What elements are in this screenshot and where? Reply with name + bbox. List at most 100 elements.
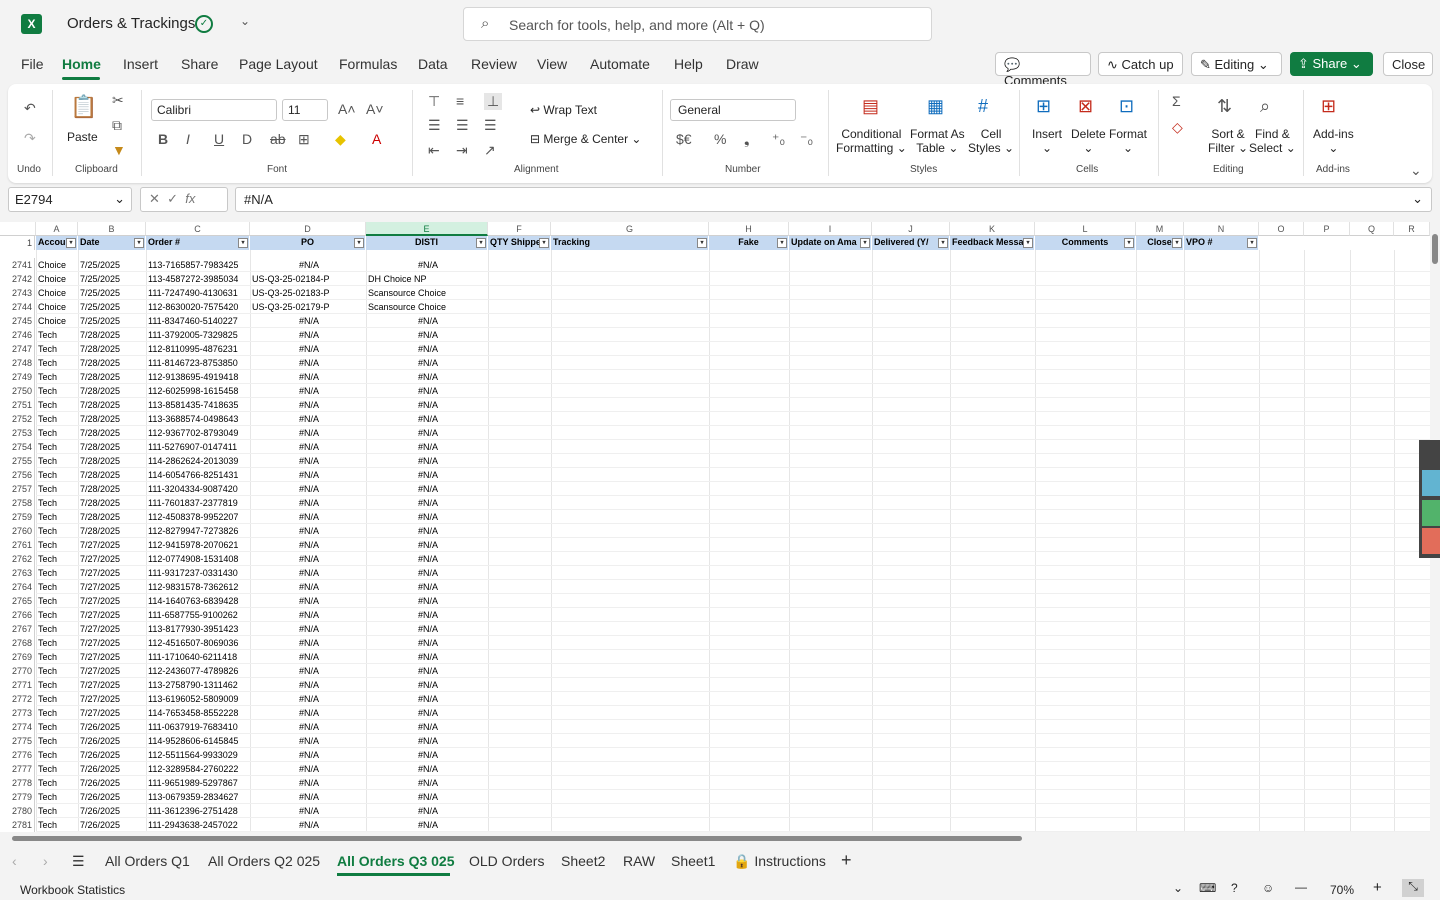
column-header-o[interactable]: O [1259,222,1304,236]
format-cells-button[interactable]: Format ⌄ [1109,127,1147,155]
table-cell[interactable]: 7/27/2025 [80,622,120,636]
italic-icon[interactable]: I [186,131,190,147]
column-header-f[interactable]: F [488,222,551,236]
table-cell[interactable]: #N/A [368,342,488,356]
table-cell[interactable]: 114-1640763-6839428 [148,594,238,608]
row-header[interactable]: 2748 [0,356,35,370]
table-cell[interactable]: #N/A [368,412,488,426]
table-header-cell[interactable]: Delivered (Y/ ▾ [872,236,950,250]
document-title[interactable]: Orders & Trackings [67,15,195,32]
table-cell[interactable]: Tech [38,496,57,510]
row-header[interactable]: 2780 [0,804,35,818]
table-cell[interactable]: #N/A [368,552,488,566]
table-cell[interactable]: 111-3792005-7329825 [148,328,238,342]
add-ins-icon[interactable]: ⊞ [1321,96,1336,117]
table-cell[interactable]: #N/A [252,510,366,524]
table-cell[interactable]: #N/A [368,804,488,818]
column-header-a[interactable]: A [36,222,78,236]
column-header-c[interactable]: C [146,222,250,236]
help-icon[interactable]: ? [1231,881,1238,895]
insert-cells-button[interactable]: Insert ⌄ [1032,127,1062,155]
table-cell[interactable]: #N/A [252,258,366,272]
table-cell[interactable]: #N/A [252,594,366,608]
table-cell[interactable]: US-Q3-25-02184-P [252,272,366,286]
column-header-j[interactable]: J [872,222,950,236]
number-format-select[interactable]: General [670,99,796,121]
table-header-cell[interactable]: Fake ▾ [709,236,789,250]
side-tab-blue[interactable] [1422,470,1440,496]
formula-input[interactable]: #N/A ⌄ [235,187,1432,212]
table-cell[interactable]: 113-2758790-1311462 [148,678,238,692]
filter-dropdown-icon[interactable]: ▾ [1023,238,1033,248]
table-cell[interactable]: 112-6025998-1615458 [148,384,238,398]
font-name-select[interactable]: Calibri [151,99,277,121]
table-cell[interactable]: Tech [38,566,57,580]
table-header-cell[interactable]: PO ▾ [250,236,366,250]
sheet-tab[interactable]: OLD Orders [469,853,544,869]
bold-icon[interactable]: B [158,131,168,147]
menu-review[interactable]: Review [471,56,517,72]
row-header[interactable]: 2761 [0,538,35,552]
format-painter-icon[interactable]: ▼ [112,142,126,158]
table-header-cell[interactable]: Order # ▾ [146,236,250,250]
paste-icon[interactable]: 📋 [70,94,97,120]
row-header[interactable]: 2764 [0,580,35,594]
table-cell[interactable]: #N/A [368,314,488,328]
add-ins-button[interactable]: Add-ins ⌄ [1313,127,1354,155]
sheet-tab[interactable]: All Orders Q1 [105,853,190,869]
table-header-cell[interactable]: Update on Ama ▾ [789,236,872,250]
table-cell[interactable]: 112-3289584-2760222 [148,762,238,776]
table-cell[interactable]: Tech [38,664,57,678]
align-center-icon[interactable]: ☰ [456,117,469,134]
row-header[interactable]: 2743 [0,286,35,300]
table-cell[interactable]: Tech [38,426,57,440]
double-underline-icon[interactable]: D [242,131,252,147]
table-header-cell[interactable]: Comments ▾ [1035,236,1136,250]
table-cell[interactable]: 7/28/2025 [80,524,120,538]
table-cell[interactable]: 111-8146723-8753850 [148,356,238,370]
row-header[interactable]: 2749 [0,370,35,384]
table-cell[interactable]: Tech [38,412,57,426]
horizontal-scroll-thumb[interactable] [12,836,1022,841]
title-dropdown-chevron-icon[interactable]: ⌄ [240,14,250,28]
table-cell[interactable]: 7/28/2025 [80,398,120,412]
filter-dropdown-icon[interactable]: ▾ [938,238,948,248]
increase-decimal-icon[interactable]: ⁺₀ [772,131,785,148]
table-cell[interactable]: Tech [38,636,57,650]
table-cell[interactable]: 112-9138695-4919418 [148,370,238,384]
row-header[interactable]: 2750 [0,384,35,398]
row-header[interactable]: 2760 [0,524,35,538]
table-cell[interactable]: 113-8581435-7418635 [148,398,238,412]
filter-dropdown-icon[interactable]: ▾ [777,238,787,248]
delete-cells-button[interactable]: Delete ⌄ [1071,127,1106,155]
orientation-icon[interactable]: ↗ [484,142,496,159]
table-cell[interactable]: 111-9317237-0331430 [148,566,238,580]
row-header[interactable]: 2781 [0,818,35,832]
row-header[interactable]: 2756 [0,468,35,482]
table-cell[interactable]: Tech [38,650,57,664]
table-cell[interactable]: #N/A [368,706,488,720]
table-cell[interactable]: 7/28/2025 [80,426,120,440]
sheet-tab-locked[interactable]: 🔒 Instructions [733,853,826,870]
table-cell[interactable]: 7/28/2025 [80,356,120,370]
column-header-g[interactable]: G [551,222,709,236]
table-cell[interactable]: #N/A [368,440,488,454]
table-header-cell[interactable]: VPO # ▾ [1184,236,1259,250]
table-cell[interactable]: #N/A [368,748,488,762]
row-header[interactable]: 2745 [0,314,35,328]
table-cell[interactable]: 7/28/2025 [80,342,120,356]
table-cell[interactable]: 7/26/2025 [80,748,120,762]
status-chevron-icon[interactable]: ⌄ [1173,881,1183,895]
table-cell[interactable]: #N/A [252,622,366,636]
table-cell[interactable]: 111-0637919-7683410 [148,720,238,734]
column-header-l[interactable]: L [1035,222,1136,236]
format-as-table-button[interactable]: Format As Table ⌄ [910,127,965,155]
table-cell[interactable]: 112-5511564-9933029 [148,748,238,762]
column-header-q[interactable]: Q [1350,222,1394,236]
filter-dropdown-icon[interactable]: ▾ [134,238,144,248]
row-header[interactable]: 2758 [0,496,35,510]
row-header[interactable]: 2763 [0,566,35,580]
menu-insert[interactable]: Insert [123,56,158,72]
row-header[interactable]: 2779 [0,790,35,804]
fill-color-icon[interactable]: ◆ [335,131,346,148]
